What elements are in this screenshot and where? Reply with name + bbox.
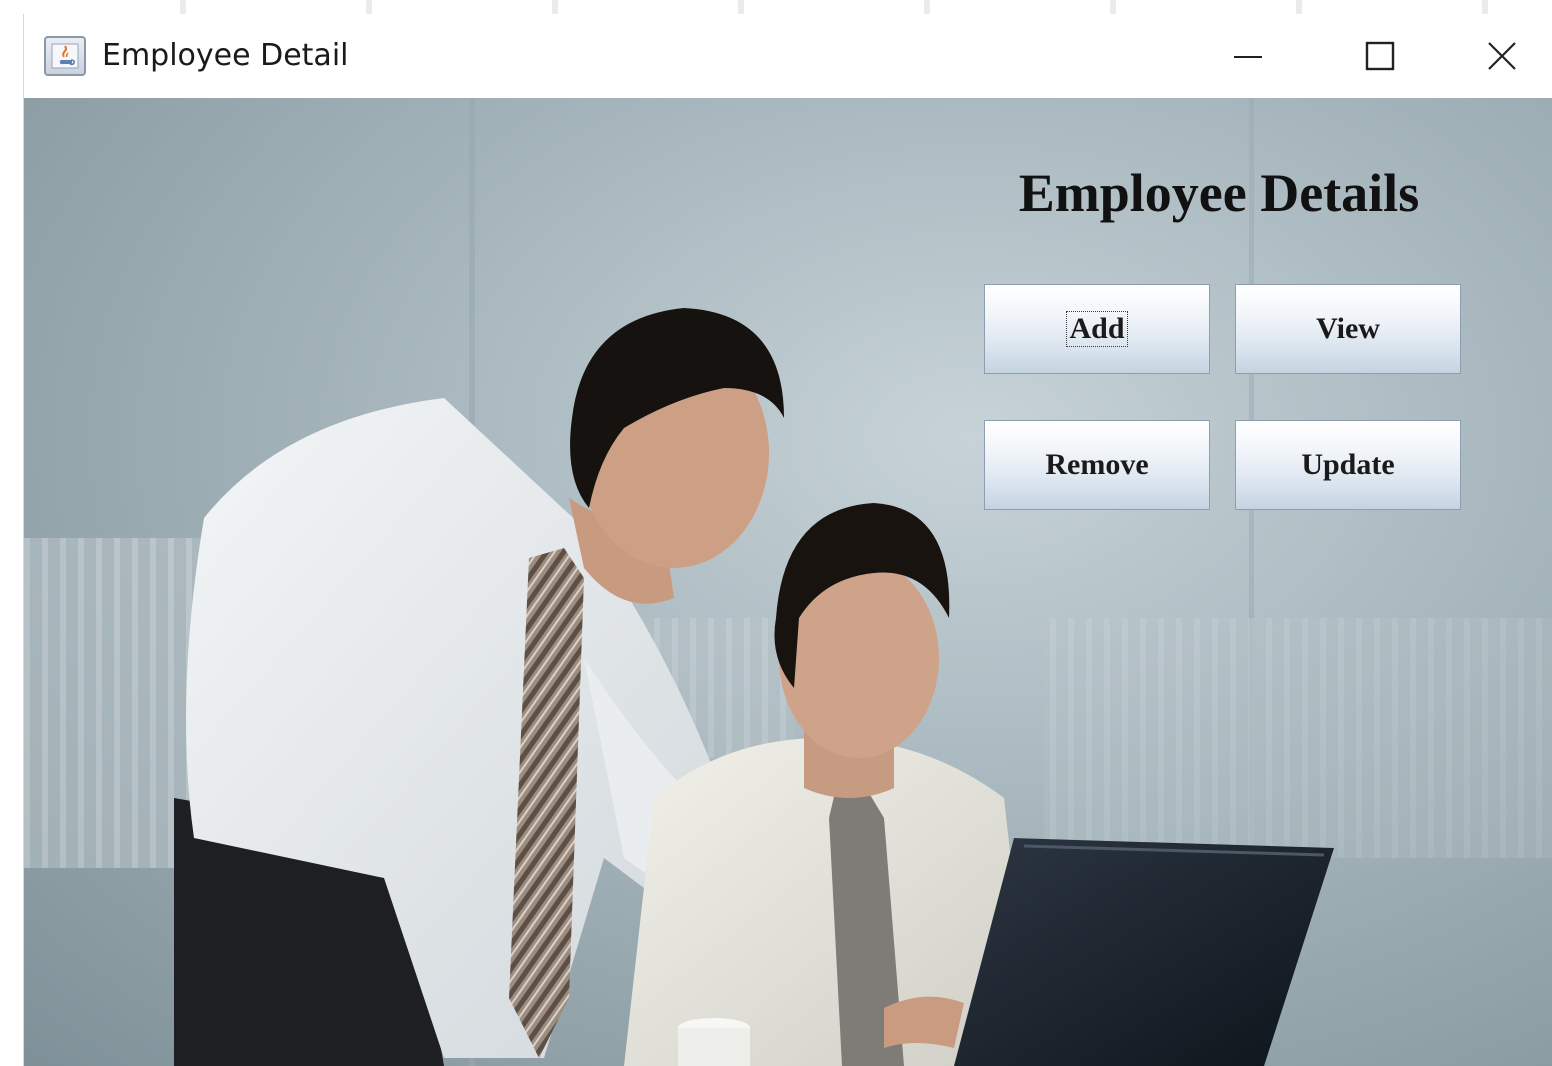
update-button[interactable]: Update <box>1235 420 1461 510</box>
window-title: Employee Detail <box>102 38 349 73</box>
close-icon <box>1488 42 1516 70</box>
remove-button-label: Remove <box>1045 448 1149 481</box>
maximize-button[interactable] <box>1320 14 1440 98</box>
maximize-icon <box>1365 41 1395 71</box>
screen: Employee Detail Employee Details Add Vie… <box>0 0 1552 1066</box>
view-button[interactable]: View <box>1235 284 1461 374</box>
java-icon <box>44 36 86 76</box>
employee-detail-window: Employee Detail Employee Details Add Vie… <box>24 14 1552 1066</box>
minimize-icon <box>1234 56 1262 58</box>
page-title: Employee Details <box>1018 163 1420 223</box>
remove-button[interactable]: Remove <box>984 420 1210 510</box>
close-button[interactable] <box>1452 14 1552 98</box>
view-button-label: View <box>1316 312 1380 345</box>
update-button-label: Update <box>1301 448 1395 481</box>
add-button-label: Add <box>1066 311 1128 347</box>
add-button[interactable]: Add <box>984 284 1210 374</box>
content-panel: Employee Details Add View Remove Update <box>24 98 1552 1066</box>
title-bar[interactable]: Employee Detail <box>24 14 1552 98</box>
background-photo <box>24 98 1552 1066</box>
minimize-button[interactable] <box>1188 14 1308 98</box>
desktop-background <box>0 0 1552 14</box>
